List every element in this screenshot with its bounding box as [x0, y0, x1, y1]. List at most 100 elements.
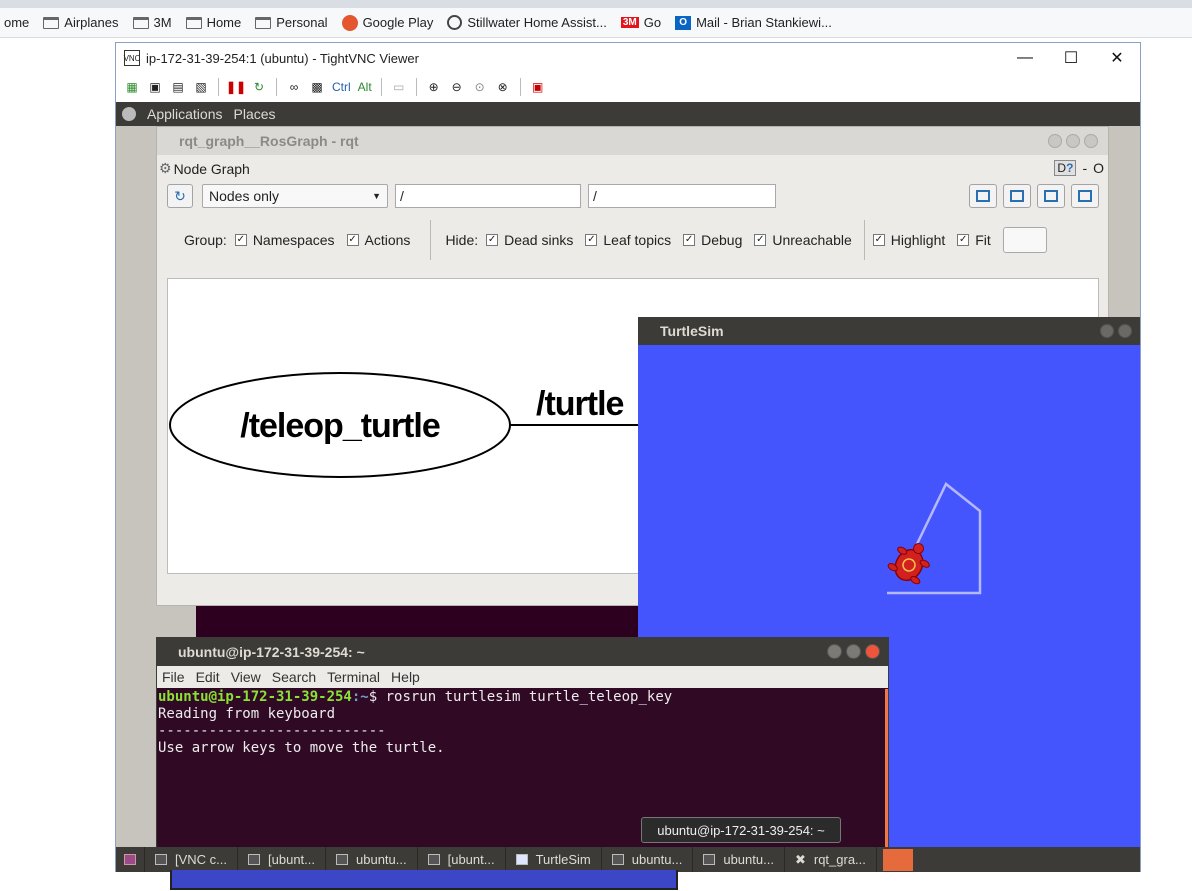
fit-checkbox[interactable]: ✓ Fit — [957, 232, 991, 248]
bookmark-airplanes[interactable]: Airplanes — [39, 11, 128, 35]
terminal-line: --------------------------- — [158, 723, 386, 739]
refresh-graph-button[interactable]: ↻ — [167, 184, 193, 208]
menu-terminal[interactable]: Terminal — [327, 669, 380, 685]
task-terminal-5[interactable]: ubuntu... — [693, 847, 785, 872]
menu-edit[interactable]: Edit — [196, 669, 220, 685]
zoom-out-icon[interactable]: ⊖ — [449, 79, 465, 95]
save-svg-button[interactable] — [1037, 184, 1065, 208]
dead-sinks-checkbox[interactable]: ✓ Dead sinks — [486, 232, 573, 248]
minimize-button[interactable]: — — [1002, 43, 1048, 73]
toolbar-separator — [380, 78, 382, 96]
namespace-filter-input[interactable]: / — [395, 184, 581, 208]
turtlesim-titlebar[interactable]: TurtleSim — [638, 317, 1140, 345]
zoom-in-icon[interactable]: ⊕ — [426, 79, 442, 95]
fullscreen-icon[interactable]: ▣ — [530, 79, 546, 95]
close-button[interactable] — [1118, 324, 1132, 338]
vnc-titlebar[interactable]: VNC ip-172-31-39-254:1 (ubuntu) - TightV… — [116, 43, 1140, 73]
turtlesim-window-controls — [1100, 324, 1132, 338]
task-terminal-4[interactable]: ubuntu... — [602, 847, 694, 872]
task-label: rqt_gra... — [813, 852, 866, 867]
bookmark-3m[interactable]: 3M — [129, 11, 182, 35]
hide-label: Hide: — [445, 232, 479, 248]
terminal-scrollbar[interactable] — [885, 689, 888, 867]
save-image-button[interactable] — [1071, 184, 1099, 208]
minimize-button[interactable] — [1048, 134, 1062, 148]
highlight-checkbox[interactable]: ✓ Highlight — [872, 232, 945, 248]
debug-checkbox[interactable]: ✓ Debug — [683, 232, 742, 248]
terminal-titlebar[interactable]: ubuntu@ip-172-31-39-254: ~ — [157, 638, 888, 666]
menu-file[interactable]: File — [162, 669, 185, 685]
bookmark-go[interactable]: 3M Go — [617, 11, 671, 35]
actions-checkbox[interactable]: ✓ Actions — [346, 232, 410, 248]
minimize-plugin-button[interactable]: - — [1082, 160, 1087, 176]
load-dot-button[interactable] — [969, 184, 997, 208]
alt-key-button[interactable]: Alt — [358, 80, 372, 94]
bookmark-stillwater[interactable]: Stillwater Home Assist... — [443, 11, 616, 35]
bookmark-mail[interactable]: O Mail - Brian Stankiewi... — [671, 11, 842, 35]
new-connection-icon[interactable]: ▦ — [124, 79, 140, 95]
close-button[interactable] — [865, 644, 880, 659]
maximize-button[interactable]: ☐ — [1048, 43, 1094, 73]
zoom-fit-icon[interactable]: ⊗ — [495, 79, 511, 95]
task-terminal-3[interactable]: [ubunt... — [418, 847, 506, 872]
refresh-icon[interactable]: ↻ — [251, 79, 267, 95]
minimize-button[interactable] — [827, 644, 842, 659]
turtle-icon — [887, 543, 930, 585]
leaf-topics-checkbox[interactable]: ✓ Leaf topics — [585, 232, 671, 248]
rqt-window-controls — [1048, 134, 1098, 148]
terminal-title: ubuntu@ip-172-31-39-254: ~ — [178, 644, 365, 660]
link-icon[interactable]: ∞ — [286, 79, 302, 95]
places-menu[interactable]: Places — [234, 106, 276, 122]
save-session-icon[interactable]: ▣ — [147, 79, 163, 95]
close-button[interactable] — [1084, 134, 1098, 148]
applications-menu[interactable]: Applications — [147, 106, 223, 122]
menu-view[interactable]: View — [231, 669, 261, 685]
topic-filter-input[interactable]: / — [588, 184, 776, 208]
check-icon: ✓ — [585, 234, 598, 246]
help-icon[interactable]: ? — [1066, 161, 1073, 175]
task-rqt-graph[interactable]: ✖ rqt_gra... — [785, 847, 877, 872]
close-button[interactable]: ✕ — [1094, 43, 1140, 73]
terminal-icon — [248, 854, 261, 865]
namespaces-checkbox[interactable]: ✓ Namespaces — [234, 232, 335, 248]
dock-label: D — [1057, 161, 1067, 175]
task-turtlesim[interactable]: TurtleSim — [506, 847, 602, 872]
bookmark-personal[interactable]: Personal — [251, 11, 337, 35]
check-icon: ✓ — [957, 234, 970, 246]
bookmark-ome[interactable]: ome — [0, 11, 39, 35]
maximize-button[interactable] — [1066, 134, 1080, 148]
unreachable-checkbox[interactable]: ✓ Unreachable — [754, 232, 852, 248]
task-vnc-config[interactable]: [VNC c... — [145, 847, 239, 872]
rqt-window-title: rqt_graph__RosGraph - rqt — [179, 133, 359, 149]
task-terminal-1[interactable]: [ubunt... — [238, 847, 326, 872]
task-label: [VNC c... — [175, 852, 228, 867]
info-icon[interactable]: ▧ — [193, 79, 209, 95]
options-icon[interactable]: ▤ — [170, 79, 186, 95]
dock-button[interactable]: D? — [1054, 160, 1077, 176]
bookmark-home[interactable]: Home — [182, 11, 252, 35]
bookmark-google-play[interactable]: Google Play — [338, 11, 444, 35]
pause-icon[interactable]: ❚❚ — [226, 79, 246, 95]
task-label: ubuntu... — [631, 852, 683, 867]
remote-desktop[interactable]: Applications Places rqt_graph__RosGraph … — [116, 102, 1140, 872]
task-terminal-2[interactable]: ubuntu... — [326, 847, 418, 872]
zoom-100-icon[interactable]: ⊙ — [472, 79, 488, 95]
fit-in-view-button[interactable] — [1002, 227, 1047, 253]
menu-search[interactable]: Search — [272, 669, 316, 685]
show-desktop-button[interactable] — [116, 847, 145, 872]
menu-help[interactable]: Help — [391, 669, 420, 685]
ctrl-key-button[interactable]: Ctrl — [332, 80, 351, 94]
check-icon: ✓ — [872, 234, 885, 246]
terminal-command-line: ubuntu@ip-172-31-39-254:~$ rosrun turtle… — [158, 689, 885, 706]
rqt-titlebar[interactable]: rqt_graph__RosGraph - rqt — [157, 127, 1108, 155]
workspace-switcher[interactable] — [882, 848, 913, 871]
minimize-button[interactable] — [1100, 324, 1114, 338]
check-icon: ✓ — [234, 234, 247, 246]
check-icon: ✓ — [346, 234, 359, 246]
graph-type-select[interactable]: Nodes only ▼ — [202, 184, 388, 208]
close-plugin-button[interactable]: O — [1093, 160, 1104, 176]
save-dot-button[interactable] — [1003, 184, 1031, 208]
folder-icon — [43, 16, 60, 29]
maximize-button[interactable] — [846, 644, 861, 659]
ctrl-alt-del-icon[interactable]: ▩ — [309, 79, 325, 95]
